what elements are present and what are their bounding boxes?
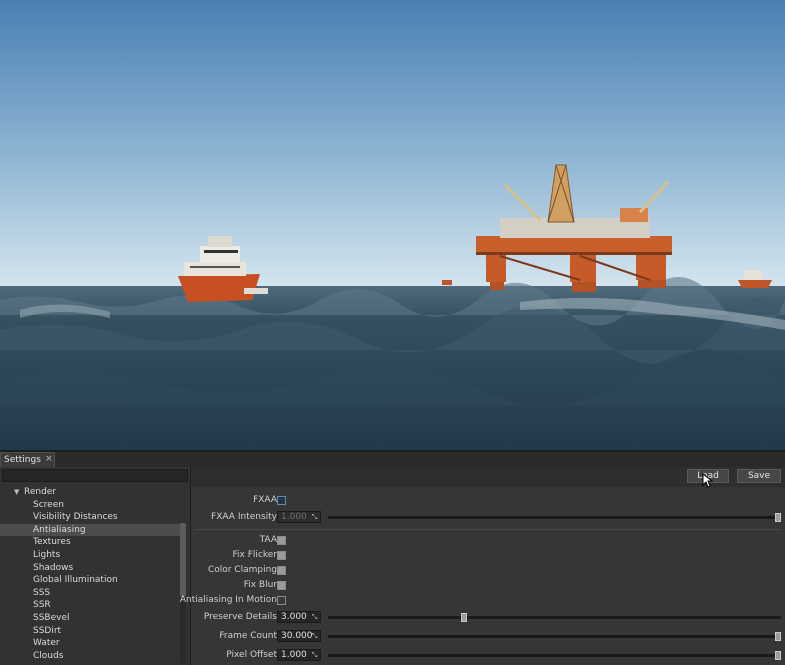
tree-item-label: Lights xyxy=(33,549,61,560)
scrollbar-thumb[interactable] xyxy=(180,523,186,597)
tree-item-label: Screen xyxy=(33,499,64,510)
tree-item-label: Shadows xyxy=(33,562,74,573)
tree-item-label: Global Illumination xyxy=(33,575,118,586)
tree-item-textures[interactable]: Textures xyxy=(0,536,180,549)
preserve-details-field[interactable]: 3.000 ⤡ xyxy=(277,611,321,623)
slider-handle[interactable] xyxy=(775,651,781,660)
tree-scrollbar[interactable] xyxy=(180,523,186,663)
tree-item-sss[interactable]: SSS xyxy=(0,587,180,600)
tree-item-label: Water xyxy=(33,638,60,649)
tree-item-ssdirt[interactable]: SSDirt xyxy=(0,625,180,638)
slider-handle[interactable] xyxy=(775,513,781,522)
fxaa-intensity-slider[interactable] xyxy=(328,513,781,522)
fxaa-intensity-value: 1.000 xyxy=(281,512,307,522)
tree-item-water[interactable]: Water xyxy=(0,637,180,650)
taa-checkbox[interactable] xyxy=(277,536,286,545)
fix-flicker-row: Fix Flicker xyxy=(191,548,785,563)
panel-tab-bar: Settings × xyxy=(0,452,785,468)
scene-viewport[interactable] xyxy=(0,0,785,450)
tree-item-label: Antialiasing xyxy=(33,524,86,535)
tree-item-render[interactable]: ▼ Render xyxy=(0,486,180,499)
tree-item-label: SSBevel xyxy=(33,612,70,623)
tree-item-ssr[interactable]: SSR xyxy=(0,599,180,612)
fix-flicker-checkbox[interactable] xyxy=(277,551,286,560)
pixel-offset-label: Pixel Offset xyxy=(226,650,277,660)
tree-item-ssbevel[interactable]: SSBevel xyxy=(0,612,180,625)
preserve-details-label: Preserve Details xyxy=(203,612,277,622)
search-input[interactable] xyxy=(2,469,188,482)
tree-item-clouds[interactable]: Clouds xyxy=(0,650,180,663)
tree-item-label: SSDirt xyxy=(33,625,62,636)
frame-count-field[interactable]: 30.000 ⤡ xyxy=(277,630,321,642)
fxaa-checkbox[interactable] xyxy=(277,496,286,505)
taa-label: TAA xyxy=(259,535,277,545)
aa-in-motion-label: Antialiasing In Motion xyxy=(179,595,277,605)
save-button[interactable]: Save xyxy=(737,469,781,483)
color-clamping-checkbox[interactable] xyxy=(277,566,286,575)
tree-item-label: SSR xyxy=(33,600,51,611)
pixel-offset-slider[interactable] xyxy=(328,651,781,660)
settings-tree: ▼ Render Screen Visibility Distances Anti… xyxy=(0,486,180,662)
expand-arrows-icon[interactable]: ⤡ xyxy=(310,651,319,660)
slider-handle[interactable] xyxy=(460,613,467,622)
tree-item-label: SSS xyxy=(33,587,51,598)
pixel-offset-row: Pixel Offset 1.000 ⤡ xyxy=(191,648,785,663)
fix-blur-row: Fix Blur xyxy=(191,578,785,593)
fxaa-row: FXAA xyxy=(191,493,785,508)
frame-count-row: Frame Count 30.000 ⤡ xyxy=(191,629,785,644)
chevron-down-icon[interactable]: ▼ xyxy=(14,486,24,499)
color-clamping-label: Color Clamping xyxy=(207,565,277,575)
expand-arrows-icon[interactable]: ⤡ xyxy=(310,513,319,522)
pixel-offset-field[interactable]: 1.000 ⤡ xyxy=(277,649,321,661)
tree-item-label: Textures xyxy=(33,537,71,548)
fix-blur-checkbox[interactable] xyxy=(277,581,286,590)
pixel-offset-value: 1.000 xyxy=(281,650,307,660)
tree-item-global-illumination[interactable]: Global Illumination xyxy=(0,574,180,587)
aa-in-motion-checkbox[interactable] xyxy=(277,596,286,605)
tree-item-lights[interactable]: Lights xyxy=(0,549,180,562)
frame-count-value: 30.000 xyxy=(281,631,313,641)
settings-toolbar: Load Save xyxy=(191,467,785,488)
preserve-details-row: Preserve Details 3.000 ⤡ xyxy=(191,610,785,625)
tree-item-label: Visibility Distances xyxy=(33,512,118,523)
preserve-details-slider[interactable] xyxy=(328,613,781,622)
tree-item-label: Clouds xyxy=(33,650,64,661)
close-icon[interactable]: × xyxy=(45,454,53,464)
taa-row: TAA xyxy=(191,533,785,548)
fxaa-intensity-row: FXAA Intensity 1.000 ⤡ xyxy=(191,510,785,525)
expand-arrows-icon[interactable]: ⤡ xyxy=(310,613,319,622)
tree-item-screen[interactable]: Screen xyxy=(0,499,180,512)
tab-settings[interactable]: Settings × xyxy=(0,452,55,467)
mouse-cursor-icon xyxy=(702,473,713,488)
frame-count-slider[interactable] xyxy=(328,632,781,641)
fxaa-intensity-field[interactable]: 1.000 ⤡ xyxy=(277,511,321,523)
tree-item-label: Render xyxy=(24,487,57,497)
tree-item-antialiasing[interactable]: Antialiasing xyxy=(0,523,180,537)
tab-settings-label: Settings xyxy=(4,455,41,465)
settings-content-panel: Load Save FXAA FXAA Intensity 1.000 ⤡ TA… xyxy=(180,467,785,665)
tree-item-shadows[interactable]: Shadows xyxy=(0,562,180,575)
aa-in-motion-row: Antialiasing In Motion xyxy=(180,593,785,608)
tree-item-visibility-distances[interactable]: Visibility Distances xyxy=(0,511,180,524)
slider-handle[interactable] xyxy=(775,632,781,641)
color-clamping-row: Color Clamping xyxy=(191,563,785,578)
settings-tree-panel: ▼ Render Screen Visibility Distances Anti… xyxy=(0,467,191,665)
expand-arrows-icon[interactable]: ⤡ xyxy=(310,632,319,641)
fix-flicker-label: Fix Flicker xyxy=(232,550,277,560)
fix-blur-label: Fix Blur xyxy=(243,580,277,590)
section-divider xyxy=(194,529,782,530)
fxaa-label: FXAA xyxy=(253,495,277,505)
preserve-details-value: 3.000 xyxy=(281,612,307,622)
fxaa-intensity-label: FXAA Intensity xyxy=(211,512,277,522)
frame-count-label: Frame Count xyxy=(219,631,277,641)
ocean-scene-image xyxy=(0,0,785,450)
